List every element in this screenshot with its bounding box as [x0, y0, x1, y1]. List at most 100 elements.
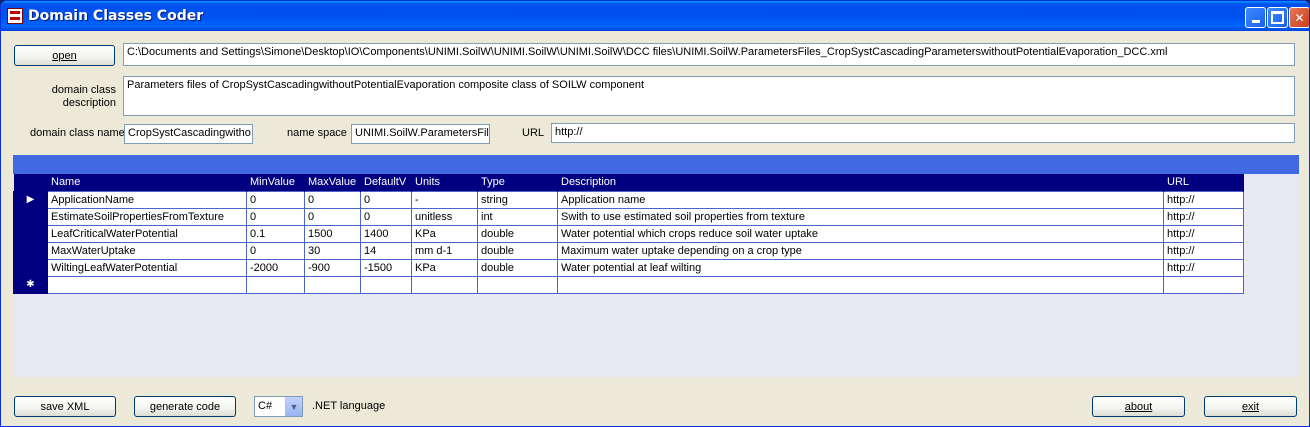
minimize-button[interactable]	[1245, 7, 1266, 28]
about-label: about	[1124, 400, 1153, 413]
current-row-indicator[interactable]: ▶	[13, 190, 48, 209]
chevron-down-icon[interactable]: ▼	[285, 397, 302, 416]
language-select-value: C#	[258, 400, 273, 412]
table-row[interactable]: MaxWaterUptake 0 30 14 mm d-1 double Max…	[13, 241, 1244, 260]
column-header-defaultv[interactable]: DefaultV	[360, 174, 412, 191]
cell-units[interactable]	[411, 275, 478, 294]
cell-description[interactable]: Water potential which crops reduce soil …	[557, 224, 1164, 243]
maximize-button[interactable]	[1267, 7, 1288, 28]
url-field[interactable]: http://	[551, 123, 1295, 143]
table-row[interactable]: ▶ ApplicationName 0 0 0 - string Applica…	[13, 190, 1244, 209]
cell-type[interactable]: double	[477, 241, 558, 260]
generate-code-button[interactable]: generate code	[134, 396, 236, 417]
cell-units[interactable]: KPa	[411, 224, 478, 243]
cell-minvalue[interactable]	[246, 275, 305, 294]
table-row[interactable]: WiltingLeafWaterPotential -2000 -900 -15…	[13, 258, 1244, 277]
cell-url[interactable]	[1163, 275, 1244, 294]
cell-minvalue[interactable]: 0	[246, 190, 305, 209]
cell-defaultv[interactable]: 1400	[360, 224, 412, 243]
title-bar[interactable]: Domain Classes Coder ✕	[1, 1, 1309, 31]
cell-type[interactable]: int	[477, 207, 558, 226]
class-name-label: domain class name	[30, 127, 125, 139]
column-header-description[interactable]: Description	[557, 174, 1164, 191]
cell-maxvalue[interactable]	[304, 275, 361, 294]
cell-name[interactable]: MaxWaterUptake	[47, 241, 247, 260]
cell-maxvalue[interactable]: 30	[304, 241, 361, 260]
cell-url[interactable]: http://	[1163, 190, 1244, 209]
cell-minvalue[interactable]: 0	[246, 207, 305, 226]
cell-units[interactable]: unitless	[411, 207, 478, 226]
cell-maxvalue[interactable]: 0	[304, 190, 361, 209]
cell-defaultv[interactable]: -1500	[360, 258, 412, 277]
cell-defaultv[interactable]	[360, 275, 412, 294]
class-name-field[interactable]: CropSystCascadingwitho	[124, 124, 253, 144]
column-header-maxvalue[interactable]: MaxValue	[304, 174, 361, 191]
namespace-label: name space	[287, 127, 347, 139]
row-header[interactable]	[13, 241, 48, 260]
cell-defaultv[interactable]: 0	[360, 207, 412, 226]
cell-description[interactable]: Water potential at leaf wilting	[557, 258, 1164, 277]
file-path-field[interactable]: C:\Documents and Settings\Simone\Desktop…	[123, 43, 1295, 66]
cell-description[interactable]: Maximum water uptake depending on a crop…	[557, 241, 1164, 260]
row-header[interactable]	[13, 207, 48, 226]
cell-defaultv[interactable]: 14	[360, 241, 412, 260]
cell-type[interactable]: string	[477, 190, 558, 209]
save-xml-label: save XML	[40, 400, 90, 413]
cell-url[interactable]: http://	[1163, 207, 1244, 226]
column-header-url[interactable]: URL	[1163, 174, 1244, 191]
cell-url[interactable]: http://	[1163, 241, 1244, 260]
cell-maxvalue[interactable]: 0	[304, 207, 361, 226]
language-select[interactable]: C# ▼	[254, 396, 303, 417]
cell-maxvalue[interactable]: 1500	[304, 224, 361, 243]
cell-units[interactable]: -	[411, 190, 478, 209]
table-row[interactable]: LeafCriticalWaterPotential 0.1 1500 1400…	[13, 224, 1244, 243]
close-button[interactable]: ✕	[1289, 7, 1309, 28]
cell-description[interactable]: Swith to use estimated soil properties f…	[557, 207, 1164, 226]
cell-type[interactable]: double	[477, 224, 558, 243]
save-xml-button[interactable]: save XML	[14, 396, 116, 417]
row-header[interactable]	[13, 258, 48, 277]
cell-name[interactable]: WiltingLeafWaterPotential	[47, 258, 247, 277]
cell-name[interactable]: LeafCriticalWaterPotential	[47, 224, 247, 243]
cell-description[interactable]: Application name	[557, 190, 1164, 209]
cell-minvalue[interactable]: -2000	[246, 258, 305, 277]
namespace-field[interactable]: UNIMI.SoilW.ParametersFil	[351, 124, 490, 144]
exit-label: exit	[1241, 400, 1260, 413]
row-header[interactable]	[13, 224, 48, 243]
cell-units[interactable]: mm d-1	[411, 241, 478, 260]
cell-name[interactable]	[47, 275, 247, 294]
new-row-indicator[interactable]: ✱	[13, 275, 48, 294]
cell-name[interactable]: ApplicationName	[47, 190, 247, 209]
main-window: Domain Classes Coder ✕ open C:\Documents…	[0, 0, 1310, 427]
file-path-text: C:\Documents and Settings\Simone\Desktop…	[127, 46, 1168, 58]
cell-url[interactable]: http://	[1163, 258, 1244, 277]
exit-button[interactable]: exit	[1204, 396, 1297, 417]
cell-url[interactable]: http://	[1163, 224, 1244, 243]
open-button-label: open	[52, 49, 77, 62]
cell-minvalue[interactable]: 0.1	[246, 224, 305, 243]
open-button[interactable]: open	[14, 45, 115, 66]
namespace-text: UNIMI.SoilW.ParametersFil	[355, 127, 489, 139]
parameters-grid[interactable]: Name MinValue MaxValue DefaultV Units Ty…	[13, 174, 1244, 294]
cell-name[interactable]: EstimateSoilPropertiesFromTexture	[47, 207, 247, 226]
column-header-name[interactable]: Name	[47, 174, 247, 191]
cell-description[interactable]	[557, 275, 1164, 294]
grid-header-row: Name MinValue MaxValue DefaultV Units Ty…	[13, 174, 1244, 191]
about-button[interactable]: about	[1092, 396, 1185, 417]
column-header-units[interactable]: Units	[411, 174, 478, 191]
column-header-type[interactable]: Type	[477, 174, 558, 191]
app-icon[interactable]	[7, 8, 23, 24]
description-label-line2: description	[62, 97, 116, 109]
cell-maxvalue[interactable]: -900	[304, 258, 361, 277]
description-field[interactable]: Parameters files of CropSystCascadingwit…	[123, 76, 1295, 116]
grid-caption-bar	[13, 155, 1299, 174]
new-row[interactable]: ✱	[13, 275, 1244, 294]
cell-defaultv[interactable]: 0	[360, 190, 412, 209]
cell-units[interactable]: KPa	[411, 258, 478, 277]
column-header-minvalue[interactable]: MinValue	[246, 174, 305, 191]
cell-type[interactable]: double	[477, 258, 558, 277]
cell-type[interactable]	[477, 275, 558, 294]
table-row[interactable]: EstimateSoilPropertiesFromTexture 0 0 0 …	[13, 207, 1244, 226]
cell-minvalue[interactable]: 0	[246, 241, 305, 260]
window-title: Domain Classes Coder	[28, 8, 204, 24]
